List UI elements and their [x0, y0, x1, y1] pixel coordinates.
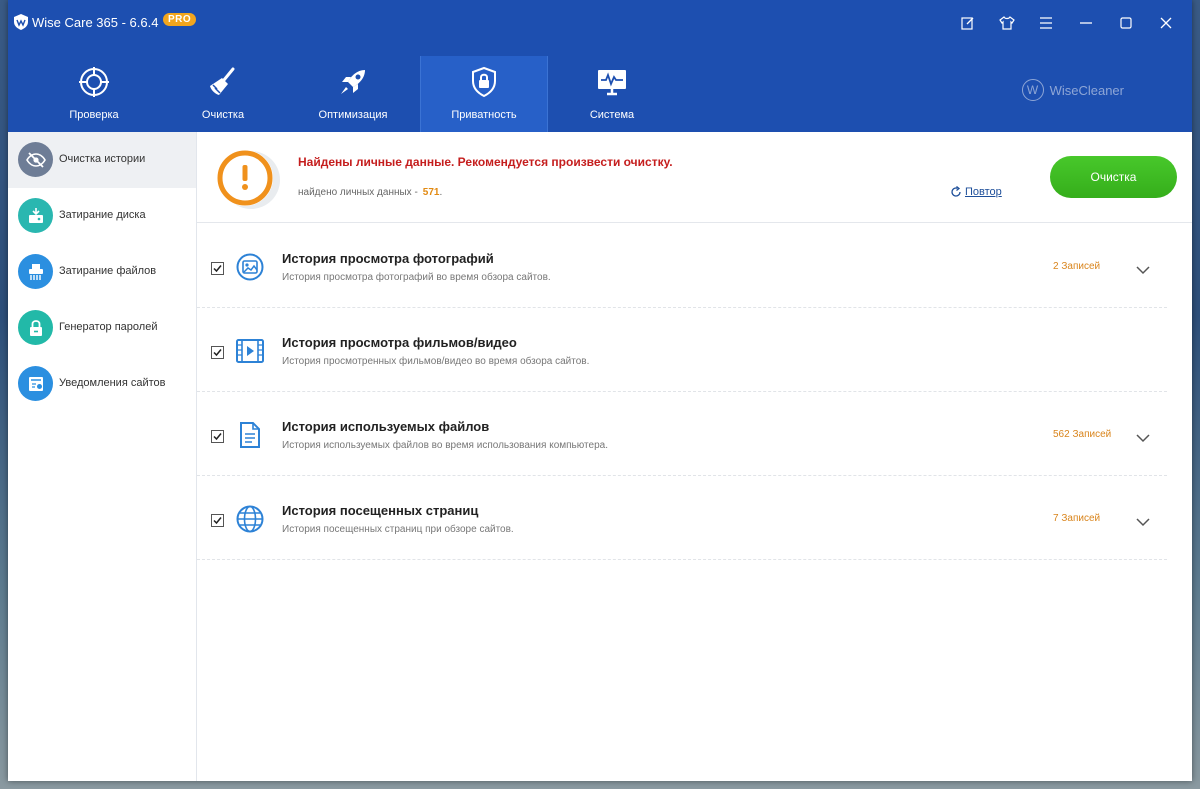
- sidebar-item-file-shredder[interactable]: Затирание файлов: [8, 244, 196, 300]
- shield-lock-icon: [472, 66, 496, 98]
- close-icon[interactable]: [1156, 13, 1176, 33]
- app-title: Wise Care 365 - 6.6.4: [32, 15, 159, 30]
- sidebar-item-password-generator[interactable]: Генератор паролей: [8, 300, 196, 356]
- target-icon: [79, 67, 109, 97]
- refresh-icon: [951, 186, 961, 197]
- sidebar-item-history-cleanup[interactable]: Очистка истории: [8, 132, 196, 188]
- tab-cleanup[interactable]: Очистка: [160, 56, 286, 132]
- item-count[interactable]: 7 Записей: [1053, 513, 1100, 524]
- wisecleaner-logo-icon: W: [1021, 79, 1044, 101]
- checkbox[interactable]: [211, 514, 224, 527]
- tab-label: Система: [589, 109, 635, 121]
- main-content: Найдены личные данные. Рекомендуется про…: [197, 132, 1192, 781]
- tab-privacy[interactable]: Приватность: [420, 56, 548, 132]
- retry-link[interactable]: Повтор: [950, 186, 1002, 198]
- desktop-background: [0, 0, 1, 1]
- found-count: 571: [422, 187, 440, 198]
- warning-icon: [217, 150, 280, 209]
- document-icon: [240, 422, 260, 448]
- tab-system[interactable]: Система: [549, 56, 675, 132]
- shredder-icon: [18, 254, 53, 289]
- alert-title: Найдены личные данные. Рекомендуется про…: [298, 155, 673, 169]
- sidebar-item-label: Уведомления сайтов: [59, 377, 166, 389]
- chevron-down-icon[interactable]: [1136, 434, 1150, 443]
- list-item: История просмотра фотографий История про…: [197, 224, 1167, 308]
- minimize-icon[interactable]: [1076, 13, 1096, 33]
- list-item: История используемых файлов История испо…: [197, 392, 1167, 476]
- sidebar-item-site-notifications[interactable]: Уведомления сайтов: [8, 356, 196, 412]
- monitor-icon: [598, 70, 626, 96]
- notification-icon: [18, 366, 53, 401]
- item-description: История используемых файлов во время исп…: [282, 440, 608, 451]
- item-title: История посещенных страниц: [282, 503, 479, 518]
- app-window: Wise Care 365 - 6.6.4 PRO Проверка Очист…: [8, 0, 1192, 781]
- item-count[interactable]: 2 Записей: [1053, 261, 1100, 272]
- brand-name: WiseCleaner: [1049, 82, 1124, 98]
- video-icon: [236, 339, 264, 363]
- found-suffix: .: [439, 187, 443, 198]
- chevron-down-icon[interactable]: [1136, 266, 1150, 275]
- sidebar-item-label: Затирание файлов: [59, 265, 157, 277]
- globe-icon: [236, 505, 264, 533]
- sidebar-item-label: Очистка истории: [59, 153, 146, 165]
- tab-label: Проверка: [69, 109, 119, 121]
- brand-logo[interactable]: W WiseCleaner: [1021, 79, 1124, 101]
- sidebar-item-label: Затирание диска: [59, 209, 146, 221]
- item-count[interactable]: 562 Записей: [1053, 429, 1111, 440]
- app-logo-icon: [14, 14, 28, 30]
- tab-label: Оптимизация: [318, 109, 388, 121]
- tab-label: Очистка: [201, 109, 245, 121]
- title-bar[interactable]: Wise Care 365 - 6.6.4 PRO: [8, 0, 1192, 46]
- tab-check[interactable]: Проверка: [31, 56, 157, 132]
- clean-button[interactable]: Очистка: [1050, 156, 1177, 198]
- list-item: История посещенных страниц История посещ…: [197, 476, 1167, 560]
- item-title: История просмотра фильмов/видео: [282, 335, 517, 350]
- feedback-icon[interactable]: [958, 13, 978, 33]
- tab-label: Приватность: [451, 109, 517, 121]
- maximize-icon[interactable]: [1116, 13, 1136, 33]
- item-title: История просмотра фотографий: [282, 251, 494, 266]
- chevron-down-icon[interactable]: [1136, 518, 1150, 527]
- found-items-text: найдено личных данных - 571.: [298, 187, 442, 198]
- rocket-icon: [341, 70, 365, 94]
- item-description: История посещенных страниц при обзоре са…: [282, 524, 514, 535]
- header: Wise Care 365 - 6.6.4 PRO Проверка Очист…: [8, 0, 1192, 132]
- main-tabs: Проверка Очистка Оптимизация Приватность…: [8, 56, 634, 132]
- broom-icon: [210, 67, 235, 95]
- scan-result-panel: Найдены личные данные. Рекомендуется про…: [197, 132, 1192, 223]
- pro-badge: PRO: [163, 13, 197, 26]
- eye-off-icon: [18, 142, 53, 177]
- sidebar-item-label: Генератор паролей: [59, 321, 158, 333]
- disk-eraser-icon: [18, 198, 53, 233]
- checkbox[interactable]: [211, 346, 224, 359]
- skin-icon[interactable]: [997, 13, 1017, 33]
- item-description: История просмотра фотографий во время об…: [282, 272, 551, 283]
- menu-icon[interactable]: [1036, 13, 1056, 33]
- tab-optimization[interactable]: Оптимизация: [290, 56, 416, 132]
- item-title: История используемых файлов: [282, 419, 490, 434]
- list-item: История просмотра фильмов/видео История …: [197, 308, 1167, 392]
- item-description: История просмотренных фильмов/видео во в…: [282, 356, 590, 367]
- found-label: найдено личных данных -: [298, 187, 418, 198]
- sidebar-item-disk-eraser[interactable]: Затирание диска: [8, 188, 196, 244]
- checkbox[interactable]: [211, 262, 224, 275]
- retry-label: Повтор: [965, 186, 1002, 198]
- password-lock-icon: [18, 310, 53, 345]
- checkbox[interactable]: [211, 430, 224, 443]
- sidebar: Очистка истории Затирание диска Затирани…: [8, 132, 197, 781]
- photo-icon: [236, 253, 264, 281]
